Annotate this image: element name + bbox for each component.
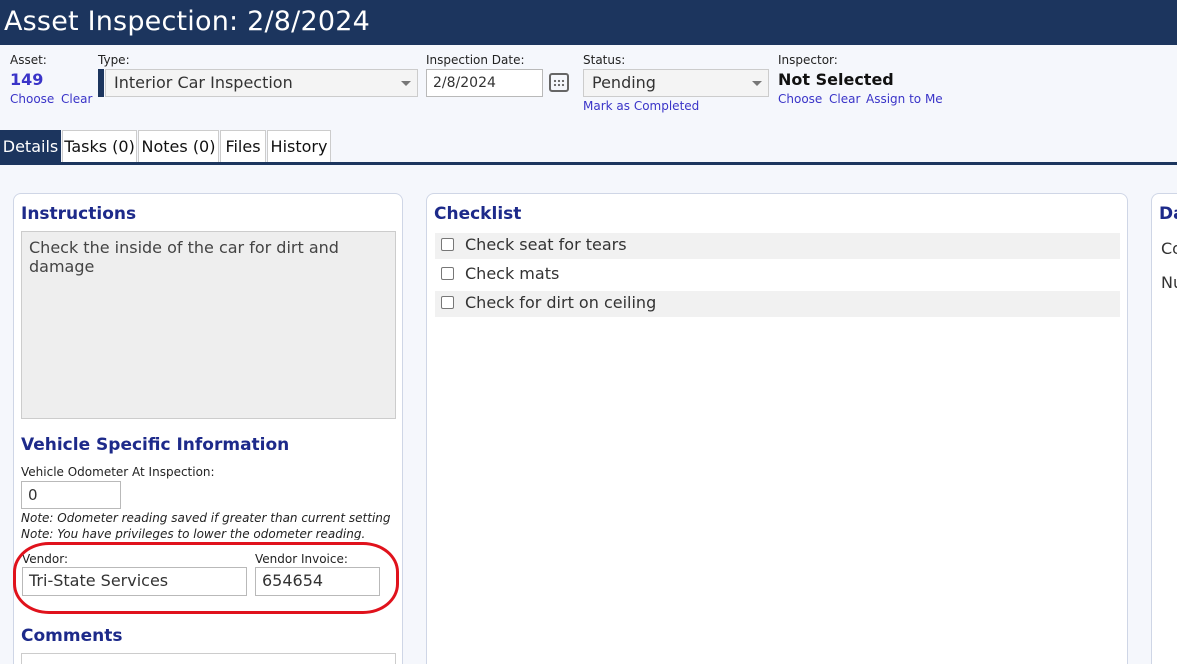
asset-clear-link[interactable]: Clear <box>61 92 92 106</box>
asset-value[interactable]: 149 <box>10 70 43 89</box>
data-panel-row-2: Nu <box>1161 273 1177 292</box>
status-select[interactable]: Pending <box>583 69 769 97</box>
odometer-note-2: Note: You have privileges to lower the o… <box>21 527 366 540</box>
tab-notes[interactable]: Notes (0) <box>138 130 219 163</box>
vendor-value: Tri-State Services <box>29 571 169 590</box>
comments-input[interactable] <box>21 653 396 664</box>
vendor-input[interactable]: Tri-State Services <box>22 567 247 596</box>
inspector-clear-link[interactable]: Clear <box>829 92 860 106</box>
odometer-note-2-clip: Note: You have privileges to lower the o… <box>21 527 401 540</box>
odometer-input[interactable]: 0 <box>21 481 121 509</box>
asset-choose-link[interactable]: Choose <box>10 92 54 106</box>
checklist-item-label: Check for dirt on ceiling <box>465 293 657 312</box>
inspection-date-value: 2/8/2024 <box>433 75 496 91</box>
type-label: Type: <box>98 53 130 67</box>
inspection-date-label: Inspection Date: <box>426 53 525 67</box>
inspector-value: Not Selected <box>778 70 894 89</box>
checklist-item[interactable]: Check mats <box>435 262 1120 288</box>
asset-label: Asset: <box>10 53 47 67</box>
page-title: Asset Inspection: 2/8/2024 <box>4 6 370 37</box>
checklist-item-label: Check mats <box>465 264 560 283</box>
odometer-label: Vehicle Odometer At Inspection: <box>21 465 215 479</box>
tab-files[interactable]: Files <box>220 130 266 163</box>
tab-history[interactable]: History <box>267 130 331 163</box>
inspection-date-input[interactable]: 2/8/2024 <box>426 69 543 97</box>
data-panel-heading: Da <box>1159 204 1177 224</box>
title-bar: Asset Inspection: 2/8/2024 <box>0 0 1177 45</box>
assign-to-me-link[interactable]: Assign to Me <box>866 92 943 106</box>
checkbox[interactable] <box>441 238 454 251</box>
comments-heading: Comments <box>21 626 123 646</box>
status-select-value: Pending <box>592 73 656 92</box>
tab-underline <box>0 162 1177 165</box>
inspector-label: Inspector: <box>778 53 838 67</box>
data-panel-row-1: Co <box>1161 239 1177 258</box>
chevron-down-icon <box>401 81 411 86</box>
mark-completed-link[interactable]: Mark as Completed <box>583 99 699 113</box>
odometer-note-1: Note: Odometer reading saved if greater … <box>21 511 391 525</box>
type-select[interactable]: Interior Car Inspection <box>105 69 418 97</box>
vendor-invoice-value: 654654 <box>262 571 324 590</box>
checkbox[interactable] <box>441 296 454 309</box>
tab-tasks[interactable]: Tasks (0) <box>62 130 137 163</box>
instructions-heading: Instructions <box>21 204 137 224</box>
checklist-item-label: Check seat for tears <box>465 235 627 254</box>
chevron-down-icon <box>752 81 762 86</box>
checklist-heading: Checklist <box>434 204 522 224</box>
vendor-invoice-input[interactable]: 654654 <box>255 567 380 596</box>
checkbox[interactable] <box>441 267 454 280</box>
type-select-value: Interior Car Inspection <box>114 73 293 92</box>
checklist-item[interactable]: Check seat for tears <box>435 233 1120 259</box>
inspector-choose-link[interactable]: Choose <box>778 92 822 106</box>
vehicle-info-heading: Vehicle Specific Information <box>21 435 290 455</box>
vendor-invoice-label: Vendor Invoice: <box>255 552 348 566</box>
status-label: Status: <box>583 53 626 67</box>
vendor-label: Vendor: <box>22 552 68 566</box>
checklist-item[interactable]: Check for dirt on ceiling <box>435 291 1120 317</box>
tab-details[interactable]: Details <box>0 130 61 163</box>
calendar-icon[interactable] <box>549 73 569 92</box>
odometer-value: 0 <box>28 486 38 504</box>
instructions-text: Check the inside of the car for dirt and… <box>21 231 396 419</box>
data-panel <box>1151 193 1177 664</box>
required-marker <box>98 69 104 97</box>
